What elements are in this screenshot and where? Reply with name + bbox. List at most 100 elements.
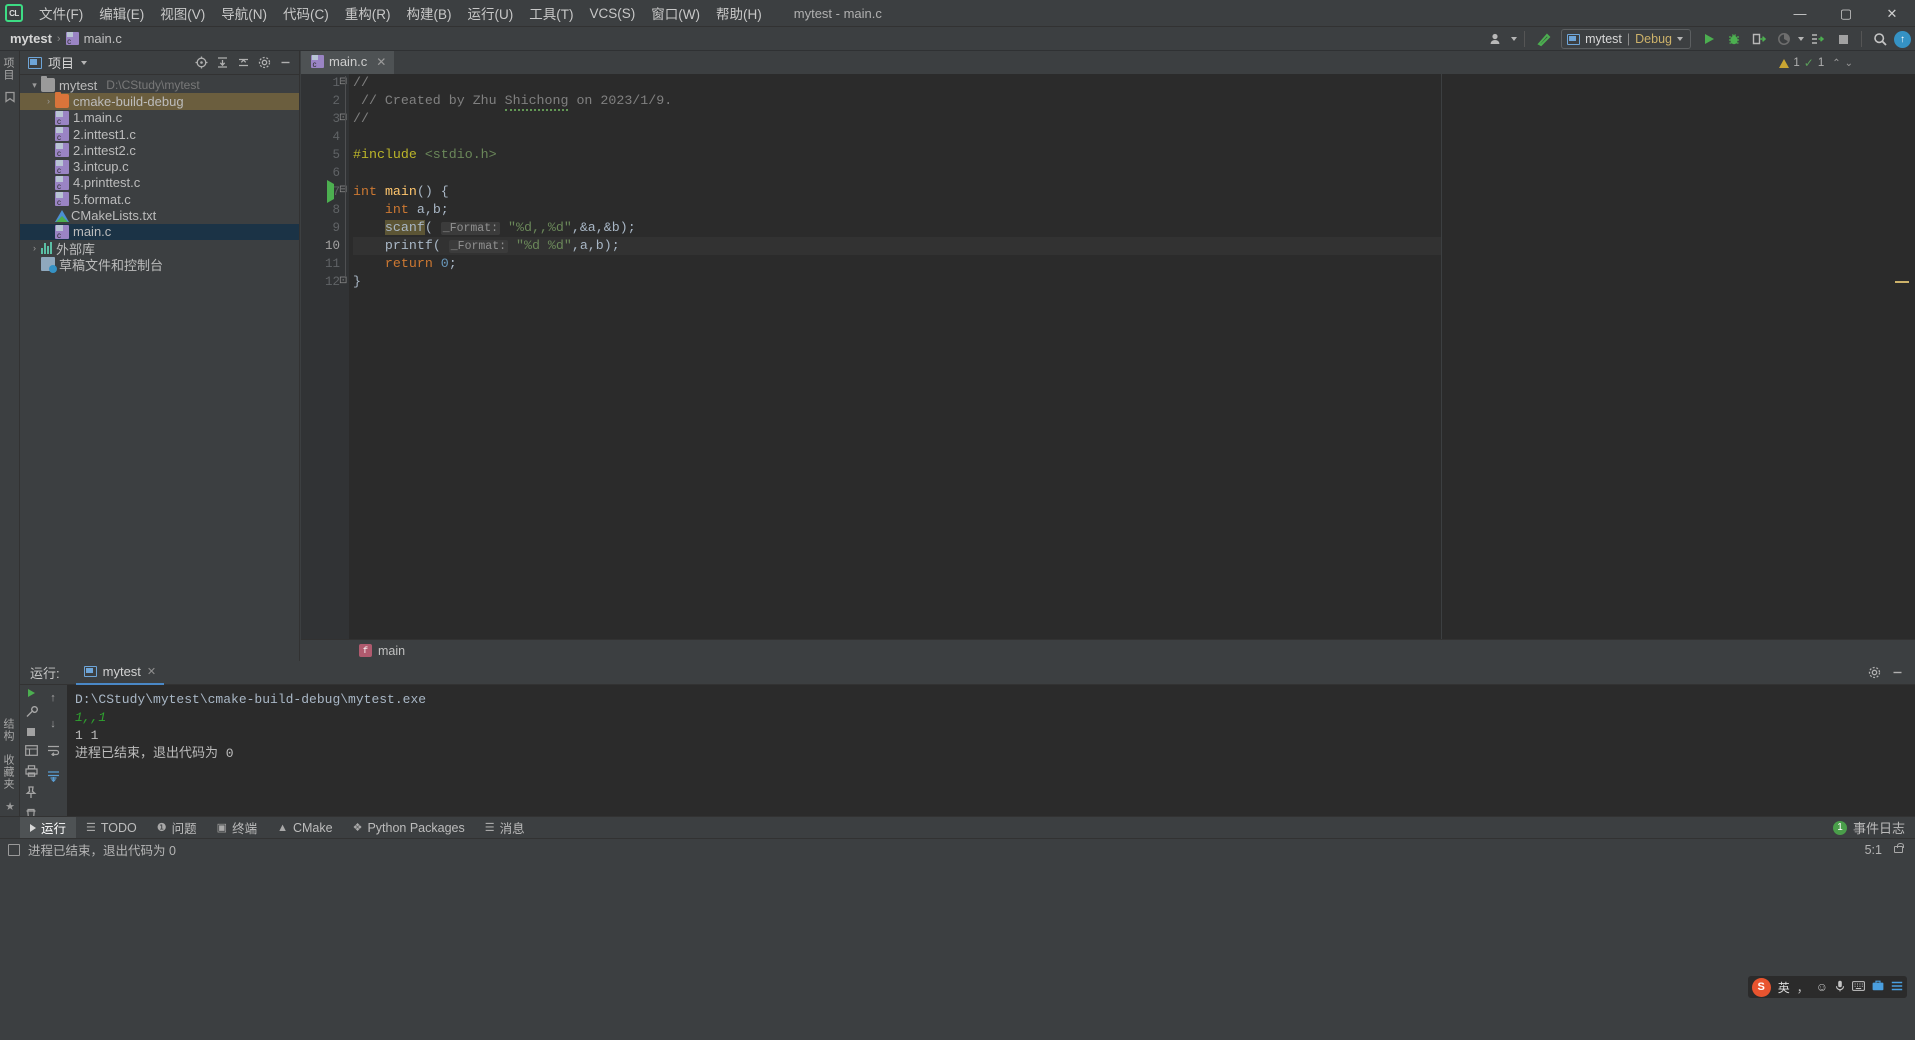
menu-item-code[interactable]: 代码(C)	[275, 0, 337, 27]
current-function-label[interactable]: main	[378, 644, 405, 658]
user-avatar-icon[interactable]	[1486, 29, 1508, 50]
soft-wrap-button[interactable]	[44, 741, 62, 758]
maximize-button[interactable]: ▢	[1823, 0, 1869, 27]
run-config-chevron-down-icon[interactable]	[1677, 37, 1683, 41]
expand-all-icon[interactable]	[213, 53, 232, 72]
menu-item-window[interactable]: 窗口(W)	[643, 0, 708, 27]
chevron-down-icon[interactable]: ⌄	[1845, 58, 1853, 69]
tree-row-4-printtest-c[interactable]: 4.printtest.c	[20, 175, 299, 191]
edit-configuration-button[interactable]	[22, 706, 40, 719]
tool-button-terminal[interactable]: ▣ 终端	[207, 817, 267, 839]
caret-position[interactable]: 5:1	[1865, 843, 1882, 857]
run-console-output[interactable]: D:\CStudy\mytest\cmake-build-debug\mytes…	[67, 685, 1915, 816]
toolbox-icon[interactable]	[1872, 980, 1884, 994]
tool-button-messages[interactable]: ☰ 消息	[475, 817, 535, 839]
avatar-chevron-down-icon[interactable]	[1511, 37, 1518, 41]
menu-item-view[interactable]: 视图(V)	[152, 0, 213, 27]
pin-button[interactable]	[22, 786, 40, 799]
sogou-logo-icon[interactable]: S	[1751, 977, 1771, 997]
run-button[interactable]	[1698, 29, 1720, 50]
attach-profiler-button[interactable]	[1748, 29, 1770, 50]
hide-panel-icon[interactable]	[1888, 663, 1907, 682]
fold-collapse-icon[interactable]: ⊟	[339, 76, 347, 87]
settings-gear-icon[interactable]	[1865, 663, 1884, 682]
rail-project-label[interactable]: 项目	[0, 51, 16, 87]
tool-button-event-log[interactable]: 事件日志	[1853, 818, 1905, 837]
run-gutter-icon[interactable]	[327, 180, 334, 203]
tree-arrow-icon[interactable]: ›	[42, 96, 55, 106]
breadcrumb-file[interactable]: main.c	[84, 31, 122, 46]
menu-item-file[interactable]: 文件(F)	[31, 0, 91, 27]
minimize-button[interactable]: —	[1777, 0, 1823, 27]
scroll-up-button[interactable]: ↑	[44, 689, 62, 706]
run-with-button[interactable]	[1807, 29, 1829, 50]
scroll-down-button[interactable]: ↓	[44, 715, 62, 732]
tool-button-problems[interactable]: ❶ 问题	[147, 817, 207, 839]
fold-end-icon[interactable]: ⊡	[339, 275, 347, 286]
close-icon[interactable]: ✕	[147, 665, 156, 678]
star-rail-icon[interactable]: ★	[0, 796, 20, 816]
menu-item-vcs[interactable]: VCS(S)	[582, 2, 644, 25]
close-icon[interactable]: ✕	[376, 55, 386, 69]
rail-favorites-label[interactable]: 收藏夹	[0, 748, 16, 796]
bookmarks-rail-icon[interactable]	[0, 87, 20, 107]
search-everywhere-icon[interactable]	[1869, 29, 1891, 50]
tool-button-run[interactable]: 运行	[20, 816, 77, 839]
editor-gutter[interactable]: 1 2 3 4 5 6 7 8 9 10 11 12	[301, 74, 349, 661]
coverage-button[interactable]	[1773, 29, 1795, 50]
menu-item-edit[interactable]: 编辑(E)	[91, 0, 152, 27]
coverage-chevron-down-icon[interactable]	[1798, 37, 1804, 41]
build-hammer-icon[interactable]	[1532, 29, 1554, 50]
fold-collapse-icon[interactable]: ⊟	[339, 184, 347, 195]
tree-row-external-libraries[interactable]: › 外部库	[20, 240, 299, 257]
tree-row-3-intcup-c[interactable]: 3.intcup.c	[20, 158, 299, 175]
tree-row-main-c[interactable]: main.c	[20, 223, 299, 240]
settings-gear-icon[interactable]	[255, 53, 274, 72]
code-content[interactable]: // // Created by Zhu Shichong on 2023/1/…	[349, 74, 1441, 661]
run-configuration-selector[interactable]: mytest | Debug	[1561, 29, 1691, 49]
stop-button[interactable]	[22, 728, 40, 736]
menu-item-tools[interactable]: 工具(T)	[521, 0, 581, 27]
tree-row-2-inttest2-c[interactable]: 2.inttest2.c	[20, 142, 299, 158]
inspection-widget[interactable]: 1 ✓ 1 ⌃ ⌄	[1779, 56, 1853, 70]
stop-button[interactable]	[1832, 29, 1854, 50]
editor-tab-main-c[interactable]: main.c ✕	[301, 51, 395, 74]
menu-item-help[interactable]: 帮助(H)	[708, 0, 770, 27]
fold-end-icon[interactable]: ⊡	[339, 112, 347, 123]
tree-row-2-inttest1-c[interactable]: 2.inttest1.c	[20, 126, 299, 142]
chevron-up-icon[interactable]: ⌃	[1832, 58, 1840, 69]
close-button[interactable]: ✕	[1869, 0, 1915, 27]
scroll-to-end-button[interactable]	[44, 767, 62, 784]
menu-item-run[interactable]: 运行(U)	[460, 0, 522, 27]
tree-row-mytest[interactable]: ▾ mytest D:\CStudy\mytest	[20, 76, 299, 93]
tree-arrow-icon[interactable]: ›	[28, 243, 41, 253]
ime-mode-label[interactable]: 英	[1778, 979, 1790, 996]
menu-item-refactor[interactable]: 重构(R)	[337, 0, 399, 27]
run-tab-mytest[interactable]: mytest ✕	[75, 661, 165, 685]
tool-button-python-packages[interactable]: ❖ Python Packages	[343, 817, 475, 839]
rail-structure-label[interactable]: 结构	[0, 712, 16, 748]
layout-button[interactable]	[22, 745, 40, 756]
collapse-all-icon[interactable]	[234, 53, 253, 72]
print-button[interactable]	[22, 765, 40, 777]
rerun-button[interactable]	[22, 689, 40, 697]
menu-icon[interactable]	[1891, 980, 1903, 994]
hide-panel-icon[interactable]	[276, 53, 295, 72]
comma-icon[interactable]: ，	[1797, 979, 1809, 996]
debug-button[interactable]	[1723, 29, 1745, 50]
keyboard-icon[interactable]	[1852, 980, 1865, 994]
tree-row-5-format-c[interactable]: 5.format.c	[20, 191, 299, 207]
tree-arrow-icon[interactable]: ▾	[28, 80, 41, 91]
tool-button-todo[interactable]: ☰ TODO	[76, 817, 147, 839]
mic-icon[interactable]	[1835, 980, 1845, 995]
tree-row-cmakelists-txt[interactable]: CMakeLists.txt	[20, 207, 299, 223]
menu-item-navigate[interactable]: 导航(N)	[213, 0, 275, 27]
update-button[interactable]: ↑	[1894, 30, 1911, 48]
menu-item-build[interactable]: 构建(B)	[399, 0, 460, 27]
tree-row-cmake-build-debug[interactable]: › cmake-build-debug	[20, 92, 299, 110]
breadcrumb-project[interactable]: mytest	[10, 31, 52, 46]
select-opened-file-icon[interactable]	[192, 53, 211, 72]
emoji-icon[interactable]: ☺	[1816, 980, 1828, 994]
tree-row-1-main-c[interactable]: 1.main.c	[20, 110, 299, 126]
lock-icon[interactable]	[1894, 843, 1904, 853]
